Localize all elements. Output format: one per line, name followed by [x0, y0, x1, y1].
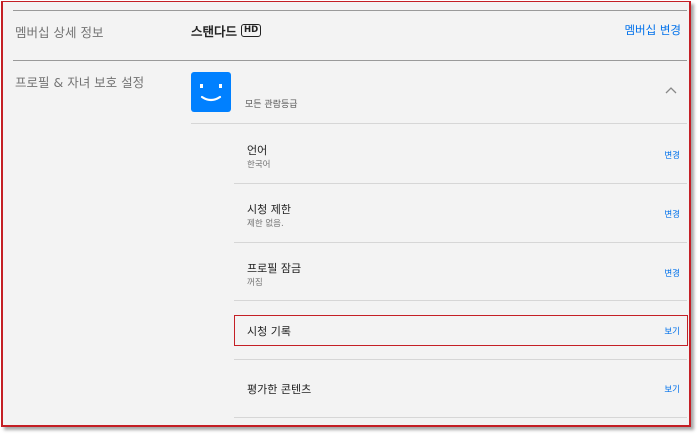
restrictions-row-value: 제한 없음.	[247, 219, 284, 229]
language-row-divider	[234, 183, 687, 184]
restrictions-change-link[interactable]: 변경	[664, 208, 680, 220]
language-row-value: 한국어	[247, 160, 271, 170]
profile-lock-row-value: 꺼짐	[247, 278, 263, 288]
restrictions-row-divider	[234, 242, 687, 243]
top-divider	[13, 10, 687, 11]
profile-lock-row-divider	[234, 300, 687, 301]
rated-content-row-divider	[234, 417, 687, 418]
profile-section-label: 프로필 & 자녀 보호 설정	[15, 75, 145, 90]
profile-lock-change-link[interactable]: 변경	[664, 267, 680, 279]
profile-lock-row-title: 프로필 잠금	[247, 262, 302, 275]
restrictions-row-title: 시청 제한	[247, 203, 291, 216]
account-page-frame: 멤버십 상세 정보 스탠다드 HD 멤버십 변경 프로필 & 자녀 보호 설정 …	[1, 1, 691, 427]
profile-avatar[interactable]	[191, 72, 231, 112]
membership-section-label: 멤버십 상세 정보	[15, 25, 104, 40]
hd-badge: HD	[241, 24, 262, 37]
change-membership-link[interactable]: 멤버십 변경	[624, 22, 681, 38]
language-change-link[interactable]: 변경	[664, 149, 680, 161]
chevron-up-icon[interactable]	[665, 85, 677, 95]
smiley-face-icon	[200, 84, 222, 102]
profile-rating-text: 모든 관람등급	[245, 100, 298, 110]
rated-content-view-link[interactable]: 보기	[664, 383, 680, 395]
language-row-title: 언어	[247, 144, 268, 157]
profile-header-divider	[191, 123, 687, 124]
viewing-activity-view-link[interactable]: 보기	[664, 325, 680, 337]
plan-name: 스탠다드 HD	[191, 21, 262, 40]
plan-name-text: 스탠다드	[191, 24, 238, 39]
viewing-activity-highlight	[234, 315, 688, 346]
membership-divider	[13, 60, 687, 61]
viewing-activity-row-divider	[234, 359, 687, 360]
viewing-activity-row-title[interactable]: 시청 기록	[247, 323, 291, 339]
rated-content-row-title[interactable]: 평가한 콘텐츠	[247, 381, 311, 397]
